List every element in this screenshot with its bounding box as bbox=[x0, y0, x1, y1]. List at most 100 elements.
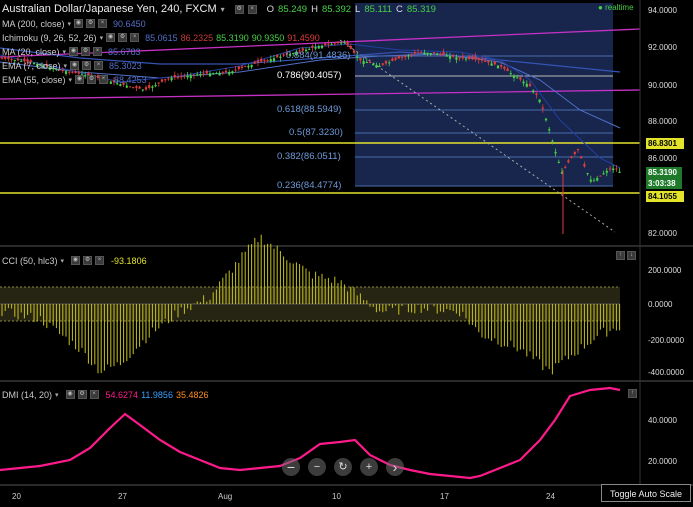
candle-body bbox=[340, 42, 343, 44]
candle-body bbox=[141, 89, 144, 91]
eye-icon[interactable]: ◉ bbox=[65, 390, 75, 399]
candle-body bbox=[423, 52, 426, 55]
legend-cci[interactable]: CCI (50, hlc3) ▾ ◉ ⚙ × -93.1806 bbox=[2, 254, 147, 267]
fib-label-0382: 0.382(86.0511) bbox=[277, 151, 341, 162]
candle-body bbox=[599, 175, 602, 177]
scroll-back-button[interactable]: − bbox=[282, 458, 300, 476]
toggle-auto-scale-button[interactable]: Toggle Auto Scale bbox=[601, 484, 691, 502]
candle-body bbox=[208, 73, 212, 77]
candle-body bbox=[589, 179, 592, 182]
settings-icon[interactable]: ⚙ bbox=[86, 19, 96, 28]
eye-icon[interactable]: ◉ bbox=[106, 33, 116, 42]
candle-body bbox=[407, 55, 410, 57]
svg-text:88.0000: 88.0000 bbox=[648, 117, 677, 126]
legend-dmi[interactable]: DMI (14, 20) ▾ ◉ ⚙ × 54.6274 11.9856 35.482… bbox=[2, 388, 209, 401]
eye-icon[interactable]: ◉ bbox=[75, 75, 85, 84]
close-icon[interactable]: × bbox=[130, 33, 140, 42]
close-icon[interactable]: × bbox=[247, 4, 257, 14]
settings-icon[interactable]: ⚙ bbox=[81, 47, 91, 56]
close-icon[interactable]: × bbox=[89, 390, 99, 399]
arrow-up-icon[interactable]: ↑ bbox=[628, 389, 637, 398]
legend-ma20[interactable]: MA (20, close) ▾ ◉ ⚙ × 85.6783 bbox=[2, 45, 141, 58]
candle-body bbox=[215, 72, 218, 74]
svg-text:40.0000: 40.0000 bbox=[648, 416, 677, 425]
candle-body bbox=[608, 168, 612, 170]
candle-body bbox=[461, 56, 464, 59]
candle-body bbox=[176, 76, 180, 78]
candle-body bbox=[276, 54, 279, 58]
reset-zoom-button[interactable]: ↻ bbox=[334, 458, 352, 476]
candle-body bbox=[148, 85, 151, 88]
settings-icon[interactable]: ⚙ bbox=[118, 33, 128, 42]
settings-icon[interactable]: ⚙ bbox=[83, 256, 93, 265]
eye-icon[interactable]: ◉ bbox=[71, 256, 81, 265]
eye-icon[interactable]: ◉ bbox=[74, 19, 84, 28]
candle-body bbox=[596, 178, 599, 181]
eye-icon[interactable]: ◉ bbox=[70, 61, 80, 70]
svg-text:82.0000: 82.0000 bbox=[648, 229, 677, 238]
realtime-badge: ● realtime bbox=[598, 3, 634, 12]
candle-body bbox=[170, 77, 173, 81]
candle-body bbox=[372, 63, 375, 65]
candle-body bbox=[474, 56, 477, 60]
candle-body bbox=[266, 59, 269, 61]
candle-body bbox=[586, 173, 589, 175]
candle-body bbox=[464, 58, 468, 60]
candle-body bbox=[564, 167, 567, 169]
fib-label-0884: 0.884(91.4836) bbox=[286, 50, 351, 61]
candle-body bbox=[532, 90, 535, 93]
legend-ma200[interactable]: MA (200, close) ▾ ◉ ⚙ × 90.6450 bbox=[2, 17, 146, 30]
candle-body bbox=[240, 66, 244, 68]
candle-body bbox=[487, 60, 490, 63]
close-icon[interactable]: × bbox=[99, 75, 109, 84]
candle-body bbox=[384, 60, 388, 64]
candle-body bbox=[429, 53, 432, 55]
candle-body bbox=[330, 44, 333, 46]
chevron-down-icon[interactable]: ▾ bbox=[221, 5, 225, 14]
settings-icon[interactable]: ⚙ bbox=[87, 75, 97, 84]
svg-text:90.0000: 90.0000 bbox=[648, 81, 677, 90]
candle-body bbox=[218, 72, 221, 76]
candle-body bbox=[311, 45, 314, 49]
symbol-title[interactable]: Australian Dollar/Japanese Yen, 240, FXC… bbox=[2, 3, 217, 15]
price-axis-ticks: 94.0000 92.0000 90.0000 88.0000 86.0000 … bbox=[648, 6, 677, 238]
close-icon[interactable]: × bbox=[93, 47, 103, 56]
candle-body bbox=[522, 81, 525, 84]
zoom-in-button[interactable]: + bbox=[360, 458, 378, 476]
candle-body bbox=[567, 160, 570, 163]
scroll-forward-button[interactable]: › bbox=[386, 458, 404, 476]
close-icon[interactable]: × bbox=[98, 19, 108, 28]
candle-body bbox=[404, 56, 407, 58]
candle-body bbox=[279, 56, 282, 58]
svg-text:200.0000: 200.0000 bbox=[648, 266, 682, 275]
candle-body bbox=[413, 52, 416, 54]
candle-body bbox=[349, 45, 352, 49]
candle-body bbox=[583, 164, 586, 167]
candle-body bbox=[128, 86, 132, 88]
settings-icon[interactable]: ⚙ bbox=[82, 61, 92, 70]
legend-ema55[interactable]: EMA (55, close) ▾ ◉ ⚙ × 88.4253 bbox=[2, 73, 147, 86]
zoom-out-button[interactable]: − bbox=[308, 458, 326, 476]
arrow-up-icon[interactable]: ↑ bbox=[616, 251, 625, 260]
legend-ema7[interactable]: EMA (7, close) ▾ ◉ ⚙ × 85.3023 bbox=[2, 59, 142, 72]
price-tag-current: 85.3190 bbox=[646, 167, 682, 178]
candle-body bbox=[228, 72, 231, 75]
settings-icon[interactable]: ⚙ bbox=[234, 4, 244, 14]
candle-body bbox=[362, 61, 365, 65]
eye-icon[interactable]: ◉ bbox=[69, 47, 79, 56]
candle-body bbox=[186, 75, 189, 78]
candle-body bbox=[205, 70, 208, 74]
settings-icon[interactable]: ⚙ bbox=[77, 390, 87, 399]
close-icon[interactable]: × bbox=[94, 61, 104, 70]
candle-body bbox=[151, 86, 154, 88]
candle-body bbox=[135, 86, 138, 88]
arrow-down-icon[interactable]: ↓ bbox=[627, 251, 636, 260]
candle-body bbox=[615, 168, 618, 170]
legend-ichimoku[interactable]: Ichimoku (9, 26, 52, 26) ▾ ◉ ⚙ × 85.0615 86… bbox=[2, 31, 320, 44]
candle-body bbox=[436, 53, 439, 56]
x-tick-24: 24 bbox=[546, 492, 555, 501]
candle-body bbox=[544, 118, 548, 121]
close-icon[interactable]: × bbox=[95, 256, 105, 265]
candle-body bbox=[410, 54, 413, 56]
candle-body bbox=[477, 58, 480, 60]
